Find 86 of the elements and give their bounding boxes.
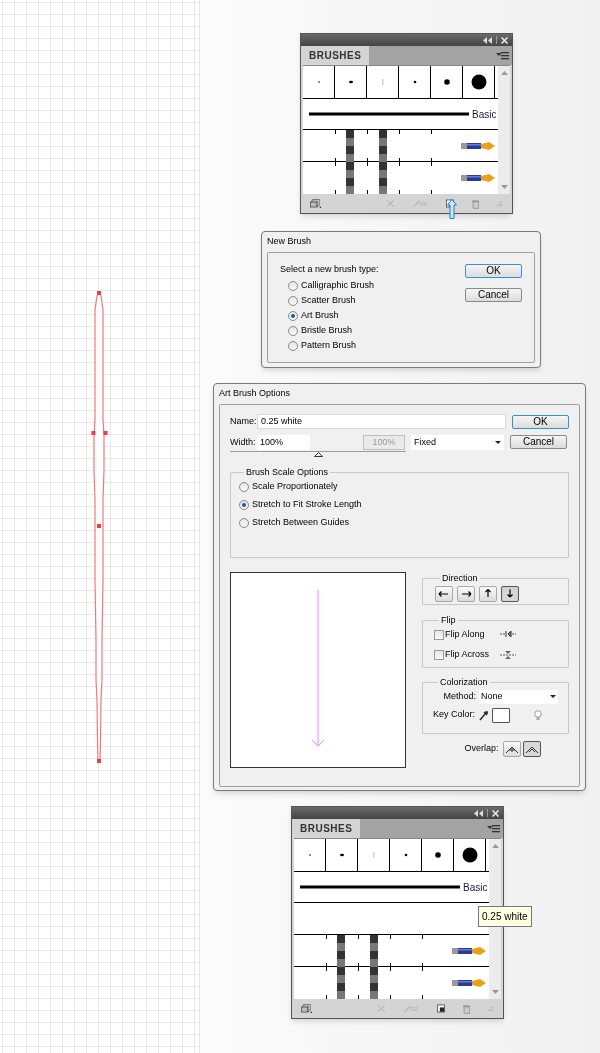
radio-button[interactable]	[288, 296, 298, 306]
radio-button[interactable]	[239, 482, 249, 492]
brush-stroke-drawing[interactable]	[91, 291, 108, 763]
panel-tab[interactable]: BRUSHES	[301, 46, 370, 65]
group-title: Direction	[441, 572, 479, 585]
width-field[interactable]: 100%	[257, 435, 310, 450]
collapse-icon[interactable]	[483, 36, 492, 44]
window-title: New Brush	[266, 235, 312, 249]
arrow-icon	[504, 589, 516, 598]
pencil-icon	[461, 173, 495, 183]
caret-icon	[550, 695, 556, 698]
radio-label: Stretch to Fit Stroke Length	[252, 498, 362, 512]
brush-row[interactable]: Basic	[294, 872, 489, 903]
brush-name: Basic	[463, 880, 488, 895]
caret-icon	[495, 441, 501, 444]
field-label: Key Color:	[433, 708, 476, 722]
dialog-button[interactable]: OK	[465, 264, 522, 278]
pencil-icon	[461, 140, 495, 151]
direction-button[interactable]	[479, 585, 497, 602]
overlap-button[interactable]	[522, 741, 541, 757]
checkbox-label: Flip Across	[445, 647, 490, 661]
group-title: Colorization	[439, 676, 489, 689]
pencil-icon	[452, 945, 486, 956]
brush-dab-icon	[470, 74, 487, 90]
close-icon[interactable]	[501, 36, 508, 44]
panel-tab[interactable]: BRUSHES	[292, 819, 361, 838]
group-title: Brush Scale Options	[245, 466, 330, 479]
direction-button[interactable]	[435, 585, 453, 602]
checkbox-label: Flip Along	[445, 627, 486, 641]
radio-label: Scatter Brush	[301, 294, 356, 308]
direction-button[interactable]	[501, 585, 519, 602]
field-label: Overlap:	[464, 742, 499, 756]
direction-button[interactable]	[457, 585, 475, 602]
width-slider[interactable]	[230, 451, 406, 458]
stroke-preview-icon	[309, 112, 469, 116]
radio-button[interactable]	[288, 341, 298, 351]
radio-label: Stretch Between Guides	[252, 516, 350, 530]
panel-menu-icon[interactable]	[496, 51, 509, 60]
field-label: Width:	[230, 435, 257, 449]
radio-label: Art Brush	[301, 309, 339, 323]
panel-menu-icon[interactable]	[487, 824, 500, 833]
arrow-icon	[482, 589, 494, 598]
brush-library-icon[interactable]	[310, 197, 322, 210]
eyedropper-icon[interactable]	[479, 709, 489, 721]
new-brush-icon[interactable]	[436, 1003, 445, 1014]
radio-button[interactable]	[239, 500, 249, 510]
group-title: Flip	[440, 614, 457, 627]
radio-button[interactable]	[288, 326, 298, 336]
prompt-label: Select a new brush type:	[280, 263, 380, 276]
width-mode-dropdown[interactable]: Fixed	[411, 435, 504, 450]
overlap-icon	[524, 744, 539, 754]
close-icon[interactable]	[492, 809, 499, 817]
overlap-button[interactable]	[502, 741, 521, 757]
checkbox[interactable]	[434, 649, 444, 660]
tooltip: 0.25 white	[478, 906, 532, 927]
checkbox[interactable]	[434, 629, 444, 640]
field-label: Name:	[230, 414, 257, 428]
radio-button[interactable]	[288, 311, 298, 321]
arrow-icon	[438, 589, 450, 598]
key-color-swatch[interactable]	[492, 707, 511, 723]
overlap-icon	[504, 744, 519, 754]
stroke-preview-icon	[300, 885, 460, 889]
flip-icon	[500, 649, 516, 660]
slider-thumb[interactable]	[314, 452, 323, 457]
radio-label: Bristle Brush	[301, 324, 353, 338]
dropdown-value: Fixed	[414, 435, 436, 449]
dialog-button[interactable]: Cancel	[510, 435, 567, 449]
radio-button[interactable]	[288, 281, 298, 291]
dropdown-value: None	[481, 689, 503, 703]
flip-icon	[500, 629, 516, 640]
collapse-icon[interactable]	[474, 809, 483, 817]
radio-label: Calligraphic Brush	[301, 279, 375, 293]
arrow-icon	[460, 589, 472, 598]
brush-name: Basic	[472, 107, 497, 122]
dialog-button[interactable]: OK	[512, 414, 569, 429]
radio-label: Pattern Brush	[301, 339, 357, 353]
brush-dab-icon	[461, 847, 478, 863]
window-title: Art Brush Options	[218, 387, 292, 401]
method-dropdown[interactable]: None	[479, 689, 558, 704]
radio-label: Scale Proportionately	[252, 480, 338, 494]
pencil-icon	[452, 978, 486, 988]
name-field[interactable]: 0.25 white	[257, 414, 506, 429]
field-label: Method:	[443, 689, 476, 703]
radio-button[interactable]	[239, 518, 249, 528]
brush-library-icon[interactable]	[301, 1002, 313, 1015]
dialog-button[interactable]: Cancel	[465, 288, 522, 302]
